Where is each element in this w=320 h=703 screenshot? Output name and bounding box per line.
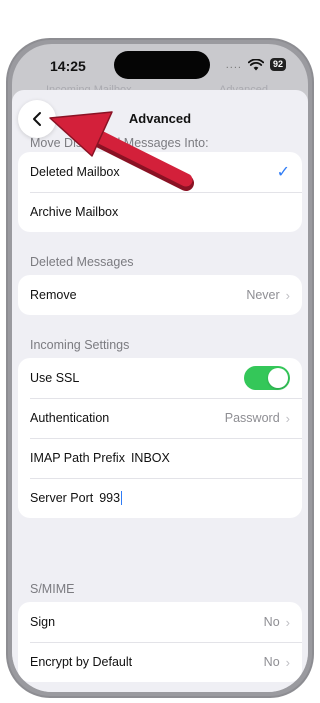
chevron-right-icon: › — [285, 287, 290, 303]
server-port-row[interactable]: Server Port 993 — [18, 478, 302, 518]
checkmark-icon: ✓ — [276, 164, 290, 181]
section-header-move: Move Discarded Messages Into: — [30, 136, 209, 150]
battery-level: 92 — [269, 58, 286, 71]
use-ssl-toggle[interactable] — [244, 366, 290, 390]
signal-dots-icon: .... — [225, 58, 242, 71]
status-icons: .... 92 — [226, 58, 286, 71]
archive-mailbox-row[interactable]: Archive Mailbox — [18, 192, 302, 232]
incoming-settings-group: Use SSL Authentication Password › IMAP P… — [18, 358, 302, 518]
authentication-row[interactable]: Authentication Password › — [18, 398, 302, 438]
deleted-messages-group: Remove Never › — [18, 275, 302, 315]
deleted-mailbox-row[interactable]: Deleted Mailbox ✓ — [18, 152, 302, 192]
use-ssl-label: Use SSL — [30, 371, 80, 385]
remove-row[interactable]: Remove Never › — [18, 275, 302, 315]
imap-prefix-field[interactable]: INBOX — [131, 451, 170, 465]
authentication-value: Password — [224, 411, 280, 425]
chevron-right-icon: › — [285, 614, 290, 630]
server-port-label: Server Port — [30, 491, 94, 505]
status-time: 14:25 — [50, 58, 86, 74]
server-port-field[interactable]: 993 — [99, 490, 123, 506]
smime-group: Sign No › Encrypt by Default No › — [18, 602, 302, 682]
encrypt-default-value: No — [263, 655, 280, 669]
sign-label: Sign — [30, 615, 56, 629]
archive-mailbox-label: Archive Mailbox — [30, 205, 119, 219]
server-port-value: 993 — [99, 490, 121, 505]
imap-prefix-label: IMAP Path Prefix — [30, 451, 125, 465]
section-header-smime: S/MIME — [30, 582, 75, 596]
encrypt-default-label: Encrypt by Default — [30, 655, 133, 669]
screen: 14:25 .... 92 Incoming Mailbox Advanced — [12, 44, 308, 692]
sign-value: No — [263, 615, 280, 629]
use-ssl-row: Use SSL — [18, 358, 302, 398]
dynamic-island — [114, 51, 210, 79]
deleted-mailbox-label: Deleted Mailbox — [30, 165, 120, 179]
section-header-incoming: Incoming Settings — [30, 338, 130, 352]
encrypt-default-row[interactable]: Encrypt by Default No › — [18, 642, 302, 682]
section-header-deleted: Deleted Messages — [30, 255, 134, 269]
page-title: Advanced — [128, 111, 192, 126]
status-bar: 14:25 .... 92 — [12, 44, 308, 88]
authentication-label: Authentication — [30, 411, 110, 425]
remove-value: Never — [246, 288, 280, 302]
toggle-knob — [268, 368, 288, 388]
imap-prefix-row[interactable]: IMAP Path Prefix INBOX — [18, 438, 302, 478]
chevron-right-icon: › — [285, 654, 290, 670]
move-messages-group: Deleted Mailbox ✓ Archive Mailbox — [18, 152, 302, 232]
chevron-right-icon: › — [285, 410, 290, 426]
phone-frame: 14:25 .... 92 Incoming Mailbox Advanced — [6, 38, 314, 698]
remove-label: Remove — [30, 288, 77, 302]
text-cursor — [121, 491, 123, 506]
wifi-icon — [247, 58, 264, 70]
advanced-sheet: Advanced Move Discarded Messages Into: D… — [12, 90, 308, 692]
sign-row[interactable]: Sign No › — [18, 602, 302, 642]
